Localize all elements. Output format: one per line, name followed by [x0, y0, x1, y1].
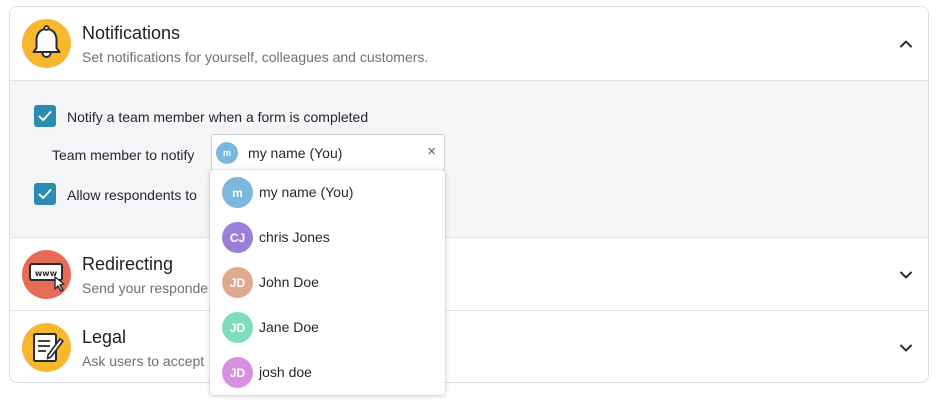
selected-member-name: my name (You): [248, 145, 343, 161]
avatar: JD: [222, 267, 253, 298]
chevron-down-icon[interactable]: [898, 340, 914, 356]
check-icon: [38, 111, 52, 121]
clear-icon[interactable]: ×: [427, 143, 436, 160]
avatar: CJ: [222, 222, 253, 253]
notifications-header[interactable]: Notifications Set notifications for your…: [10, 7, 928, 80]
svg-text:www: www: [35, 269, 58, 278]
dropdown-option[interactable]: JD John Doe: [210, 260, 445, 305]
option-label: Jane Doe: [259, 319, 319, 335]
notifications-title: Notifications: [82, 23, 181, 43]
www-redirect-icon: www: [22, 250, 71, 299]
notify-checkbox[interactable]: [34, 105, 56, 127]
check-icon: [38, 189, 52, 199]
legal-description: Ask users to accept: [82, 353, 205, 369]
option-label: John Doe: [259, 274, 319, 290]
avatar: JD: [222, 357, 253, 388]
team-member-dropdown: m my name (You) CJ chris Jones JD John D…: [210, 170, 445, 395]
team-member-label: Team member to notify: [52, 147, 195, 163]
chevron-down-icon[interactable]: [898, 267, 914, 283]
dropdown-option[interactable]: m my name (You): [210, 170, 445, 215]
option-label: josh doe: [259, 364, 312, 380]
legal-document-icon: [22, 323, 71, 372]
dropdown-option[interactable]: JD Jane Doe: [210, 305, 445, 350]
avatar: m: [216, 142, 238, 164]
avatar: m: [222, 177, 253, 208]
legal-header[interactable]: Legal Ask users to accept: [10, 310, 928, 382]
legal-title: Legal: [82, 327, 127, 347]
respondents-checkbox-label: Allow respondents to: [67, 187, 197, 203]
redirecting-title: Redirecting: [82, 254, 174, 274]
notifications-panel: Notify a team member when a form is comp…: [10, 80, 928, 237]
team-member-select[interactable]: m my name (You) ×: [211, 134, 445, 171]
notifications-description: Set notifications for yourself, colleagu…: [82, 49, 429, 65]
dropdown-option[interactable]: JD josh doe: [210, 350, 445, 395]
redirecting-header[interactable]: www Redirecting Send your responde: [10, 237, 928, 310]
bell-icon: [22, 19, 71, 68]
notify-checkbox-label: Notify a team member when a form is comp…: [67, 109, 369, 125]
redirecting-description: Send your responde: [82, 280, 209, 296]
option-label: chris Jones: [259, 229, 330, 245]
settings-card: Notifications Set notifications for your…: [9, 6, 929, 383]
chevron-up-icon[interactable]: [898, 36, 914, 52]
dropdown-option[interactable]: CJ chris Jones: [210, 215, 445, 260]
option-label: my name (You): [259, 184, 354, 200]
respondents-checkbox[interactable]: [34, 183, 56, 205]
avatar: JD: [222, 312, 253, 343]
